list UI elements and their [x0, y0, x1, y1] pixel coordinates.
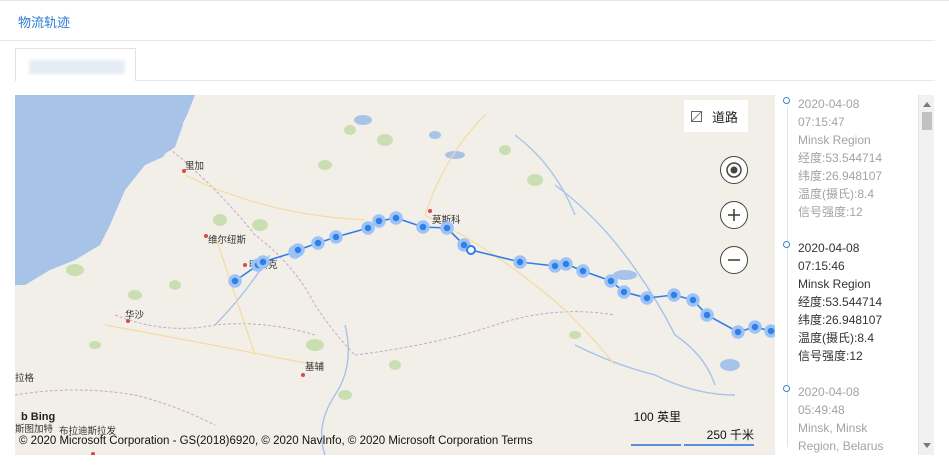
entry-time: 07:15:46: [798, 259, 845, 273]
tab-label-blurred: [29, 60, 125, 74]
title-divider: [0, 40, 935, 41]
timeline-dot-icon: [783, 97, 790, 104]
scroll-down-arrow-icon[interactable]: [923, 443, 931, 448]
entry-signal: 信号强度:12: [798, 205, 863, 219]
zoom-in-button[interactable]: [720, 201, 748, 229]
scale-km-label: 250 千米: [706, 428, 754, 442]
zoom-out-button[interactable]: [720, 246, 748, 274]
map-view[interactable]: 里加 维尔纽斯 明斯克 莫斯科 华沙 基辅 布拉迪斯拉发 斯图加特 拉格: [15, 95, 775, 455]
entry-temperature: 温度(摄氏):8.4: [798, 331, 875, 345]
zoom-in-icon: [728, 209, 740, 221]
page-title: 物流轨迹: [18, 15, 71, 30]
locate-icon: [726, 162, 742, 178]
scale-miles-label: 100 英里: [633, 410, 681, 424]
entry-latitude: 纬度:26.948107: [798, 313, 883, 327]
entry-date: 2020-04-08: [798, 385, 860, 399]
timeline-line: [787, 107, 788, 447]
road-style-label: 道路: [712, 109, 739, 125]
entry-region-line2: Region, Belarus: [798, 439, 884, 453]
bing-logo: b Bing: [21, 411, 55, 423]
entry-time: 07:15:47: [798, 115, 845, 129]
route-layer: [228, 211, 775, 339]
entry-longitude: 经度:53.544714: [798, 295, 883, 309]
scrollbar-thumb[interactable]: [922, 112, 932, 130]
entry-region: Minsk, Minsk: [798, 421, 868, 435]
timeline-scrollbar[interactable]: [918, 95, 934, 455]
track-timeline[interactable]: 2020-04-08 07:15:47 Minsk Region 经度:53.5…: [777, 95, 917, 455]
entry-date: 2020-04-08: [798, 97, 860, 111]
entry-time: 05:49:48: [798, 403, 845, 417]
entry-date: 2020-04-08: [798, 241, 860, 255]
zoom-out-icon: [728, 259, 740, 261]
entry-signal: 信号强度:12: [798, 349, 863, 363]
timeline-dot-icon: [783, 241, 790, 248]
entry-latitude: 纬度:26.948107: [798, 169, 883, 183]
scale-bar-km: [684, 444, 754, 446]
scale-bar-miles: [631, 444, 681, 446]
bing-label: Bing: [30, 411, 56, 423]
bing-icon: b: [21, 411, 28, 423]
entry-region: Minsk Region: [798, 133, 871, 147]
tab-device[interactable]: [15, 48, 136, 81]
entry-temperature: 温度(摄氏):8.4: [798, 187, 875, 201]
timeline-dot-icon: [783, 385, 790, 392]
entry-longitude: 经度:53.544714: [798, 151, 883, 165]
map-copyright[interactable]: © 2020 Microsoft Corporation - GS(2018)6…: [19, 435, 533, 447]
top-border: [0, 0, 949, 1]
scroll-up-arrow-icon[interactable]: [923, 102, 931, 107]
locate-button[interactable]: [720, 156, 748, 184]
road-style-icon: [691, 110, 702, 122]
entry-region: Minsk Region: [798, 277, 871, 291]
road-style-toggle[interactable]: 道路: [684, 100, 748, 132]
tab-divider: [135, 80, 935, 81]
